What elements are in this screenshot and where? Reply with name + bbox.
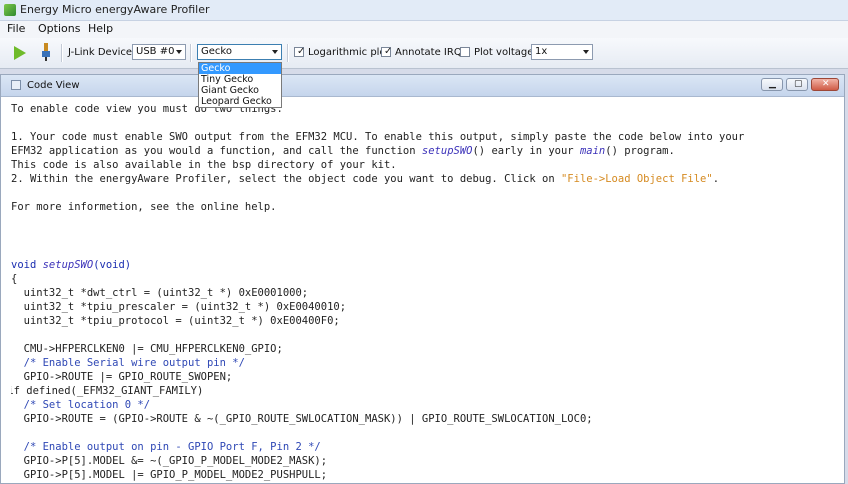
logarithmic-plot-label: Logarithmic plot [308, 47, 390, 58]
menu-bar: File Options Help [0, 21, 848, 38]
help-text: For more informetion, see the online hel… [11, 201, 277, 213]
code-comment: /* Enable Serial wire output pin */ [11, 357, 245, 369]
checkmark-icon: ✓ [297, 46, 306, 57]
code-view-titlebar: Code View ▁ ▢ ✕ [1, 75, 844, 97]
code-line: uint32_t *tpiu_protocol = (uint32_t *) 0… [11, 315, 340, 327]
code-line: uint32_t *dwt_ctrl = (uint32_t *) 0xE000… [11, 287, 309, 299]
chevron-down-icon [583, 50, 589, 54]
jlink-device-label: J-Link Device [68, 47, 133, 58]
maximize-button[interactable]: ▢ [786, 78, 808, 91]
menu-file[interactable]: File [7, 22, 25, 35]
app-icon [4, 4, 16, 16]
menu-help[interactable]: Help [88, 22, 113, 35]
zoom-value: 1x [535, 46, 548, 57]
play-icon[interactable] [14, 46, 26, 60]
code-line: GPIO->ROUTE = (GPIO->ROUTE & ~(_GPIO_ROU… [11, 413, 593, 425]
code-view-title: Code View [27, 80, 80, 91]
instruction-2: 2. Within the energyAware Profiler, sele… [11, 173, 720, 185]
code-line: CMU->HFPERCLKEN0 |= CMU_HFPERCLKEN0_GPIO… [11, 343, 283, 355]
device-family-value: Gecko [201, 46, 232, 57]
window-icon [11, 80, 21, 90]
instruction-1c: This code is also available in the bsp d… [11, 159, 397, 171]
code-line: uint32_t *tpiu_prescaler = (uint32_t *) … [11, 301, 347, 313]
close-button[interactable]: ✕ [811, 78, 839, 91]
window-title: Energy Micro energyAware Profiler [20, 3, 210, 16]
chevron-down-icon [272, 50, 278, 54]
code-view-content[interactable]: To enable code view you must do two thin… [11, 102, 841, 482]
device-family-select[interactable]: Gecko [197, 44, 282, 60]
dropdown-option-gecko[interactable]: Gecko [199, 63, 281, 74]
code-comment: /* Enable output on pin - GPIO Port F, P… [11, 441, 321, 453]
code-line: void setupSWO(void) [11, 259, 132, 271]
dropdown-option-leopard-gecko[interactable]: Leopard Gecko [199, 96, 281, 107]
toolbar-separator [61, 44, 63, 62]
annotate-irq-checkbox[interactable]: ✓ [381, 46, 393, 57]
dropdown-option-giant-gecko[interactable]: Giant Gecko [199, 85, 281, 96]
load-object-file-link[interactable]: "File->Load Object File" [561, 173, 713, 185]
usb-device-select[interactable]: USB #0 [132, 44, 186, 60]
instruction-1b: EFM32 application as you would a functio… [11, 145, 675, 157]
chevron-down-icon [176, 50, 182, 54]
code-line: { [11, 273, 18, 285]
setupswo-function-name: setupSWO [421, 145, 473, 157]
code-directive: #if defined(_EFM32_GIANT_FAMILY) [11, 385, 204, 397]
code-view-window: Code View ▁ ▢ ✕ To enable code view you … [0, 74, 845, 484]
zoom-select[interactable]: 1x [531, 44, 593, 60]
main-function-name: main [579, 145, 606, 157]
minimize-button[interactable]: ▁ [761, 78, 783, 91]
code-line: GPIO->ROUTE |= GPIO_ROUTE_SWOPEN; [11, 371, 233, 383]
menu-options[interactable]: Options [38, 22, 80, 35]
toolbar-separator [287, 44, 289, 62]
maximize-icon: ▢ [794, 79, 803, 89]
dropdown-option-tiny-gecko[interactable]: Tiny Gecko [199, 74, 281, 85]
code-comment: /* Set location 0 */ [11, 399, 151, 411]
toolbar-separator [190, 44, 192, 62]
plot-voltage-checkbox[interactable] [460, 47, 470, 57]
annotate-irq-label: Annotate IRQ [395, 47, 462, 58]
close-icon: ✕ [822, 79, 830, 89]
plot-voltage-label: Plot voltage [474, 47, 534, 58]
toolbar: J-Link Device USB #0 Gecko ✓ Logarithmic… [0, 38, 848, 69]
checkmark-icon: ✓ [384, 46, 393, 57]
usb-device-value: USB #0 [136, 46, 175, 57]
title-bar: Energy Micro energyAware Profiler [0, 0, 848, 21]
minimize-icon: ▁ [769, 79, 776, 89]
device-family-dropdown: Gecko Tiny Gecko Giant Gecko Leopard Gec… [198, 62, 282, 108]
instruction-1a: 1. Your code must enable SWO output from… [11, 131, 745, 143]
logarithmic-plot-checkbox[interactable]: ✓ [294, 46, 306, 57]
probe-icon[interactable] [42, 43, 50, 61]
code-line: GPIO->P[5].MODEL &= ~(_GPIO_P_MODEL_MODE… [11, 455, 328, 467]
